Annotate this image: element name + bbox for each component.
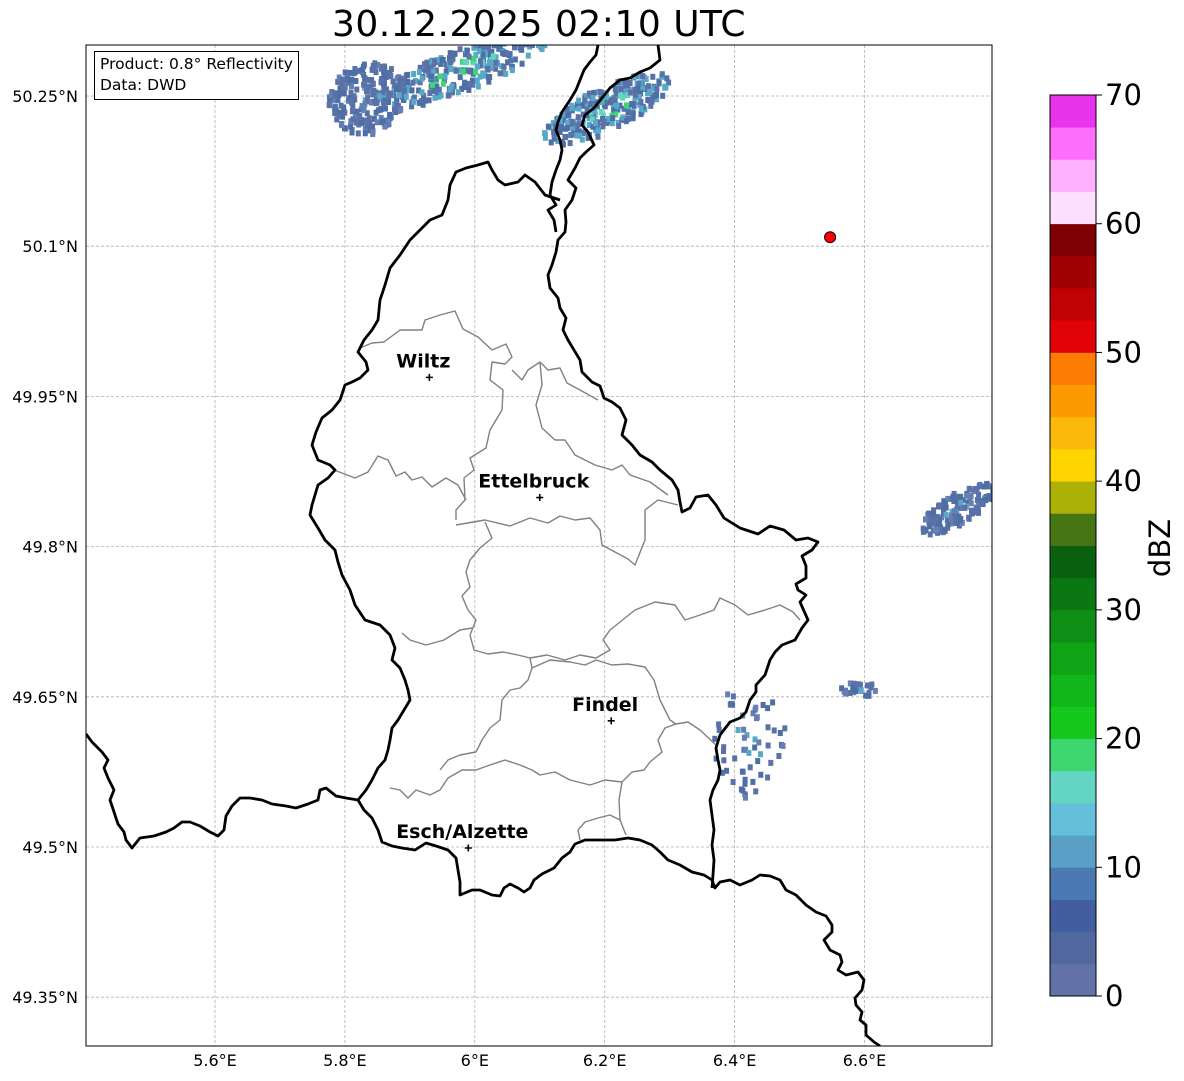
- city-label: Ettelbruck: [478, 471, 589, 493]
- grid-lines: [86, 45, 992, 1046]
- plot-frame: [85, 44, 993, 1047]
- colorbar-segment: [1050, 320, 1096, 353]
- colorbar-segment: [1050, 481, 1096, 514]
- colorbar-segment: [1050, 642, 1096, 675]
- city-label: Esch/Alzette: [396, 821, 528, 843]
- district-boundaries: [333, 310, 801, 841]
- x-tick-label: 6.6°E: [843, 1051, 887, 1070]
- echo-cluster: [839, 680, 878, 699]
- echo-cluster: [542, 71, 672, 148]
- x-tick-label: 6.4°E: [713, 1051, 757, 1070]
- city-label: Findel: [572, 694, 638, 716]
- colorbar-segment: [1050, 867, 1096, 900]
- colorbar-segment: [1050, 191, 1096, 225]
- colorbar-segment: [1050, 706, 1096, 739]
- radar-site-marker: [824, 231, 837, 244]
- colorbar-tick-label: 50: [1105, 335, 1142, 369]
- colorbar-segment: [1050, 352, 1096, 386]
- colorbar: 0 10 20 30 40 50 60 70 dBZ: [1049, 78, 1177, 1013]
- colorbar-segment: [1050, 770, 1096, 804]
- colorbar-segment: [1050, 545, 1096, 579]
- axis-ticks: 5.6°E 5.8°E 6°E 6.2°E 6.4°E 6.6°E 50.25°N 50.1°…: [12, 87, 886, 1070]
- colorbar-segment: [1050, 674, 1096, 707]
- colorbar-segment: [1050, 127, 1096, 160]
- data-source-label: Data: DWD: [100, 76, 187, 94]
- x-tick-label: 6.2°E: [583, 1051, 627, 1070]
- colorbar-segment: [1050, 448, 1096, 482]
- colorbar-segment: [1050, 159, 1096, 192]
- colorbar-tick-label: 70: [1105, 78, 1142, 112]
- city-label: Wiltz: [396, 350, 450, 372]
- product-label: Product: 0.8° Reflectivity: [100, 55, 293, 73]
- colorbar-tick-label: 10: [1105, 850, 1142, 884]
- colorbar-segment: [1050, 95, 1096, 128]
- city-ettelbruck: Ettelbruck: [478, 471, 590, 502]
- colorbar-tick-label: 60: [1105, 207, 1142, 241]
- city-marker: [536, 494, 544, 502]
- x-tick-label: 5.8°E: [323, 1051, 367, 1070]
- y-tick-label: 50.25°N: [12, 87, 78, 106]
- colorbar-segment: [1050, 223, 1096, 257]
- colorbar-segment: [1050, 255, 1096, 289]
- radar-site-dot: [824, 231, 837, 244]
- city-labels: Wiltz Ettelbruck Findel Esch/Alzette: [396, 350, 638, 852]
- colorbar-label: dBZ: [1143, 519, 1177, 577]
- colorbar-tick-label: 0: [1105, 979, 1123, 1013]
- colorbar-segment: [1050, 577, 1096, 611]
- colorbar-tick-label: 30: [1105, 593, 1142, 627]
- colorbar-segment: [1050, 416, 1096, 450]
- city-wiltz: Wiltz: [396, 350, 450, 381]
- colorbar-segment: [1050, 738, 1096, 772]
- echo-cluster: [712, 691, 788, 801]
- colorbar-segment: [1050, 384, 1096, 418]
- colorbar-tick-label: 20: [1105, 722, 1142, 756]
- colorbar-segment: [1050, 835, 1096, 868]
- city-marker: [425, 373, 433, 381]
- y-tick-label: 50.1°N: [22, 237, 78, 256]
- city-findel: Findel: [572, 694, 638, 725]
- echo-cluster: [373, 45, 548, 113]
- colorbar-segment: [1050, 899, 1096, 933]
- colorbar-segment: [1050, 288, 1096, 321]
- product-info-box: Product: 0.8° Reflectivity Data: DWD: [94, 51, 299, 100]
- colorbar-segment: [1050, 931, 1096, 965]
- colorbar-segment: [1050, 802, 1096, 836]
- y-tick-label: 49.35°N: [12, 988, 78, 1007]
- colorbar-segment: [1050, 609, 1096, 643]
- echo-cluster: [920, 480, 992, 538]
- city-marker: [464, 844, 472, 852]
- y-tick-label: 49.65°N: [12, 688, 78, 707]
- colorbar-segment: [1050, 513, 1096, 546]
- colorbar-segment: [1050, 963, 1096, 997]
- radar-echoes: [326, 45, 992, 801]
- y-tick-label: 49.5°N: [22, 838, 78, 857]
- x-tick-label: 5.6°E: [193, 1051, 237, 1070]
- y-tick-label: 49.8°N: [22, 538, 78, 557]
- echo-cluster: [326, 60, 408, 137]
- colorbar-tick-label: 40: [1105, 464, 1142, 498]
- x-tick-label: 6°E: [461, 1051, 489, 1070]
- y-tick-label: 49.95°N: [12, 387, 78, 406]
- city-marker: [607, 717, 615, 725]
- radar-map: 5.6°E 5.8°E 6°E 6.2°E 6.4°E 6.6°E 50.25°N 50.1°…: [12, 44, 1177, 1070]
